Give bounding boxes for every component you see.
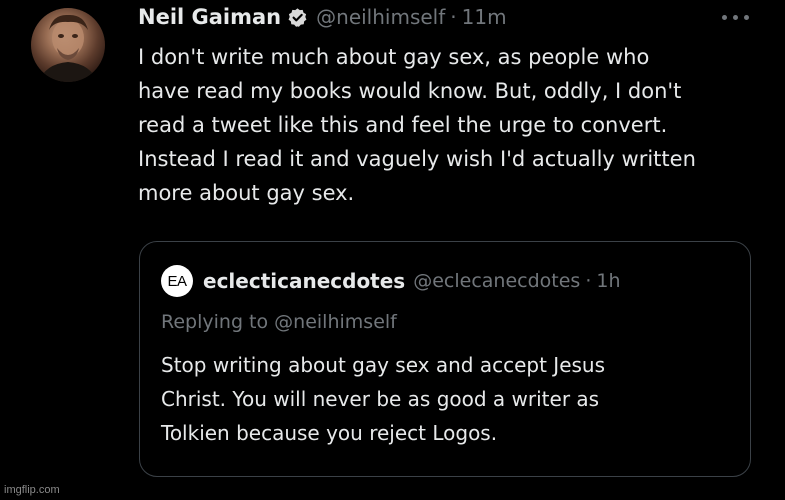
author-portrait-icon (39, 14, 97, 82)
tweet-text-line: have read my books would know. But, oddl… (138, 79, 682, 103)
header-separator: · (450, 5, 457, 29)
replying-prefix: Replying to (161, 311, 269, 333)
quoted-author-handle[interactable]: @eclecanecdotes (413, 270, 580, 292)
tweet-timestamp[interactable]: 11m (462, 5, 507, 29)
verified-badge-icon (287, 7, 308, 28)
quoted-text-line: Tolkien because you reject Logos. (161, 421, 498, 445)
author-handle[interactable]: @neilhimself (316, 5, 445, 29)
more-dot-icon (744, 14, 749, 20)
quoted-tweet-card[interactable]: EA eclecticanecdotes @eclecanecdotes · 1… (139, 241, 751, 477)
quoted-author-name[interactable]: eclecticanecdotes (203, 269, 405, 293)
quoted-author-avatar[interactable]: EA (161, 265, 193, 297)
tweet-text-line: Instead I read it and vaguely wish I'd a… (138, 147, 696, 171)
imgflip-watermark: imgflip.com (4, 484, 60, 496)
quoted-tweet-header: EA eclecticanecdotes @eclecanecdotes · 1… (161, 265, 621, 297)
author-avatar[interactable] (31, 8, 105, 82)
replying-to-label: Replying to @neilhimself (161, 311, 397, 333)
author-name[interactable]: Neil Gaiman (138, 5, 281, 29)
more-dot-icon (722, 14, 727, 20)
replying-handle[interactable]: @neilhimself (274, 311, 397, 333)
more-options-icon[interactable] (722, 8, 749, 26)
tweet-text-line: read a tweet like this and feel the urge… (138, 113, 668, 137)
tweet-text: I don't write much about gay sex, as peo… (138, 40, 763, 210)
quoted-tweet-timestamp[interactable]: 1h (596, 270, 620, 292)
tweet-text-line: I don't write much about gay sex, as peo… (138, 45, 650, 69)
quoted-header-separator: · (585, 270, 592, 292)
quoted-text-line: Christ. You will never be as good a writ… (161, 387, 600, 411)
more-dot-icon (733, 14, 738, 20)
quoted-text-line: Stop writing about gay sex and accept Je… (161, 353, 606, 377)
tweet-text-line: more about gay sex. (138, 181, 355, 205)
quoted-tweet-text: Stop writing about gay sex and accept Je… (161, 348, 731, 450)
tweet-header: Neil Gaiman @neilhimself · 11m (138, 3, 507, 31)
